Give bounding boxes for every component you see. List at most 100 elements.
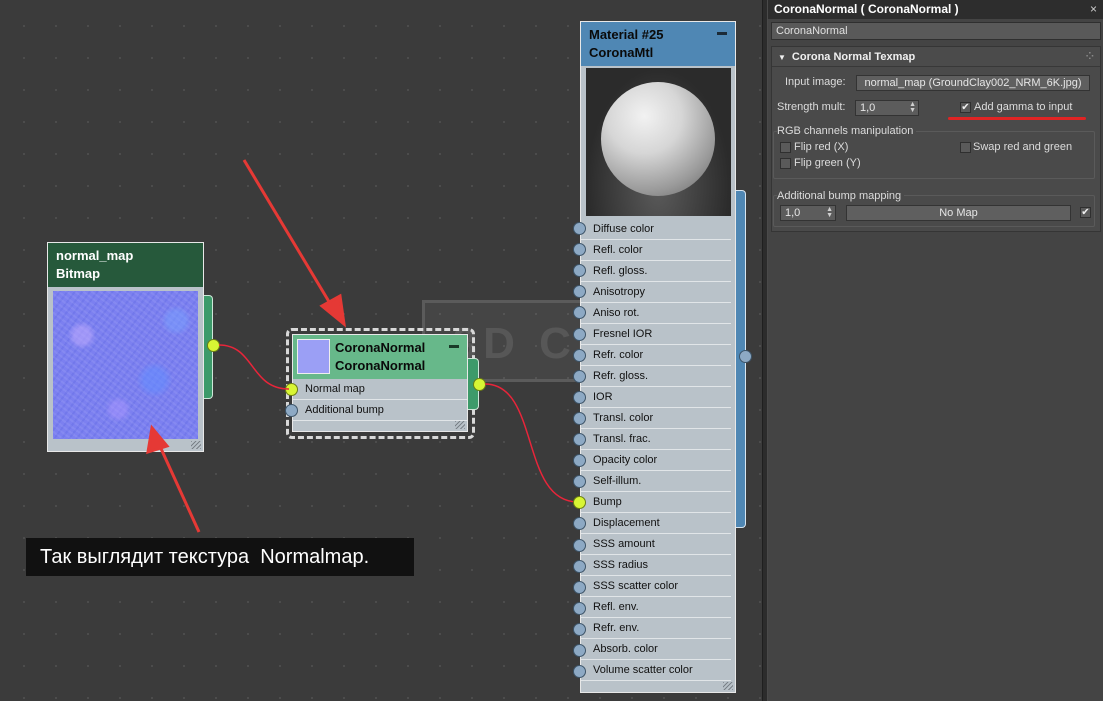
spinner-arrows-icon[interactable]: ▲ ▼: [909, 101, 916, 114]
material-input-socket[interactable]: [573, 390, 586, 404]
material-input-socket[interactable]: [573, 433, 586, 446]
material-slot[interactable]: Anisotropy: [581, 282, 731, 303]
panel-title-text: CoronaNormal ( CoronaNormal ): [774, 2, 959, 16]
flip-green-label: Flip green (Y): [794, 157, 861, 169]
normal-output-socket[interactable]: [473, 378, 486, 391]
bump-map-button[interactable]: No Map: [846, 205, 1071, 221]
bump-enable-checkbox[interactable]: ✔: [1080, 207, 1091, 218]
drag-handle-icon[interactable]: ⁘: [1086, 47, 1094, 67]
material-slot[interactable]: Bump: [581, 492, 731, 513]
material-input-socket[interactable]: [573, 580, 586, 594]
material-slot[interactable]: Transl. frac.: [581, 429, 731, 450]
material-slot[interactable]: Volume scatter color: [581, 660, 731, 681]
slot-additional-bump[interactable]: Additional bump: [293, 400, 467, 421]
rgb-group-label: RGB channels manipulation: [777, 125, 917, 137]
material-node[interactable]: Material #25 CoronaMtl Diffuse color Refl…: [580, 21, 736, 693]
flip-red-checkbox[interactable]: [780, 142, 791, 153]
material-input-socket[interactable]: [573, 601, 586, 615]
input-image-label: Input image:: [785, 76, 846, 88]
slot-label: Refr. gloss.: [593, 370, 649, 382]
close-icon[interactable]: ×: [1090, 0, 1097, 19]
material-slot[interactable]: Displacement: [581, 513, 731, 534]
material-input-socket[interactable]: [573, 538, 586, 552]
material-slot[interactable]: Refr. env.: [581, 618, 731, 639]
rollout-header[interactable]: ▼ Corona Normal Texmap ⁘: [772, 47, 1100, 67]
arrow-icon: [242, 159, 347, 328]
spinner-arrows-icon[interactable]: ▲ ▼: [826, 206, 833, 219]
material-slot[interactable]: Transl. color: [581, 408, 731, 429]
material-input-socket[interactable]: [573, 243, 586, 257]
material-slot[interactable]: IOR: [581, 387, 731, 408]
material-input-socket[interactable]: [573, 369, 586, 383]
material-slot[interactable]: SSS radius: [581, 555, 731, 576]
swap-checkbox[interactable]: [960, 142, 971, 153]
rollout-toggle-icon[interactable]: ▼: [778, 53, 786, 62]
slot-label: Opacity color: [593, 454, 658, 466]
material-slot[interactable]: Refr. color: [581, 345, 731, 366]
bump-group-label: Additional bump mapping: [777, 190, 905, 202]
rgb-group: [773, 131, 1095, 179]
material-slot[interactable]: Refl. gloss.: [581, 261, 731, 282]
resize-grip-icon[interactable]: [455, 421, 465, 429]
corona-normal-header[interactable]: CoronaNormal CoronaNormal ▬: [293, 335, 467, 379]
material-input-socket[interactable]: [573, 454, 586, 468]
strength-spinner[interactable]: 1,0 ▲ ▼: [855, 100, 919, 116]
rollout-title: Corona Normal Texmap: [791, 51, 916, 63]
material-slot[interactable]: Absorb. color: [581, 639, 731, 660]
bitmap-node-header[interactable]: normal_map Bitmap: [48, 243, 203, 287]
material-input-socket[interactable]: [573, 348, 586, 362]
material-slot[interactable]: Self-illum.: [581, 471, 731, 492]
slot-normal-map[interactable]: Normal map: [293, 379, 467, 400]
flip-green-checkbox[interactable]: [780, 158, 791, 169]
slot-label: Refl. gloss.: [593, 265, 648, 277]
material-input-socket[interactable]: [573, 222, 586, 235]
material-input-socket[interactable]: [573, 622, 586, 636]
collapse-icon[interactable]: ▬: [449, 337, 459, 355]
material-input-socket[interactable]: [573, 665, 586, 679]
material-slot[interactable]: SSS amount: [581, 534, 731, 555]
slot-label: SSS radius: [593, 559, 649, 571]
normal-thumbnail: [297, 339, 330, 374]
strength-label: Strength mult:: [777, 101, 846, 113]
bitmap-output-socket[interactable]: [207, 339, 220, 352]
material-slot[interactable]: Refl. color: [581, 240, 731, 261]
additional-bump-input-socket[interactable]: [285, 404, 298, 417]
material-output-socket[interactable]: [739, 350, 752, 363]
material-slot[interactable]: Diffuse color: [581, 219, 731, 240]
material-input-socket[interactable]: [573, 559, 586, 573]
gamma-checkbox[interactable]: ✔: [960, 102, 971, 113]
material-slot[interactable]: Fresnel IOR: [581, 324, 731, 345]
material-slot[interactable]: SSS scatter color: [581, 576, 731, 597]
material-input-socket[interactable]: [573, 411, 586, 425]
material-node-type: CoronaMtl: [589, 45, 654, 60]
material-input-socket[interactable]: [573, 644, 586, 657]
material-slot[interactable]: Refl. env.: [581, 597, 731, 618]
material-input-socket[interactable]: [573, 327, 586, 341]
slot-label: Self-illum.: [593, 475, 642, 487]
bitmap-node[interactable]: normal_map Bitmap: [47, 242, 204, 452]
wire-bitmap-to-normal: [218, 344, 290, 390]
collapse-icon[interactable]: [717, 32, 727, 35]
resize-grip-icon[interactable]: [191, 441, 201, 449]
map-name-field[interactable]: CoronaNormal: [771, 22, 1101, 40]
slot-label: Displacement: [593, 517, 660, 529]
flip-red-label: Flip red (X): [794, 141, 849, 153]
bitmap-node-type: Bitmap: [56, 266, 101, 281]
preview-sphere: [601, 82, 715, 196]
bump-amount-spinner[interactable]: 1,0 ▲ ▼: [780, 205, 836, 221]
material-slot[interactable]: Opacity color: [581, 450, 731, 471]
material-slot[interactable]: Aniso rot.: [581, 303, 731, 324]
panel-title: CoronaNormal ( CoronaNormal ) ×: [768, 0, 1103, 19]
parameter-panel: CoronaNormal ( CoronaNormal ) × CoronaNo…: [768, 0, 1103, 701]
material-node-header[interactable]: Material #25 CoronaMtl: [581, 22, 735, 66]
slot-label: Refr. color: [593, 349, 644, 361]
material-slot[interactable]: Refr. gloss.: [581, 366, 731, 387]
slot-label: Refl. color: [593, 244, 643, 256]
strength-value: 1,0: [860, 102, 876, 114]
node-editor-canvas[interactable]: 3D CLUB normal_map Bitmap CoronaNormal C…: [0, 0, 762, 701]
input-image-button[interactable]: normal_map (GroundClay002_NRM_6K.jpg): [856, 75, 1090, 91]
normal-map-input-socket[interactable]: [285, 383, 298, 396]
corona-normal-node[interactable]: CoronaNormal CoronaNormal ▬ Normal map A…: [292, 334, 468, 432]
resize-grip-icon[interactable]: [723, 682, 733, 690]
material-slot-list: Diffuse color Refl. color Refl. gloss. Anis…: [581, 219, 731, 681]
